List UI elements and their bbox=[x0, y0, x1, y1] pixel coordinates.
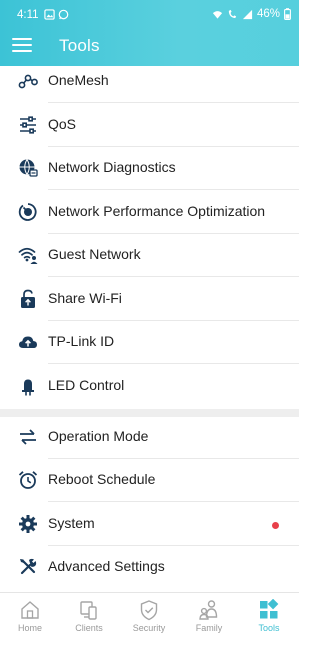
list-item-operation-mode[interactable]: Operation Mode bbox=[0, 416, 299, 459]
gallery-icon bbox=[44, 9, 55, 20]
share-lock-icon bbox=[21, 289, 35, 308]
globe-diagnostics-icon bbox=[19, 159, 38, 177]
wifi-call-icon bbox=[228, 9, 237, 18]
list-item-label: Reboot Schedule bbox=[48, 471, 156, 487]
list-item-label: Network Diagnostics bbox=[48, 159, 176, 175]
tab-label: Clients bbox=[75, 623, 103, 633]
list-item-advanced-settings[interactable]: Advanced Settings bbox=[0, 546, 299, 589]
swap-arrows-icon bbox=[20, 429, 36, 445]
home-icon bbox=[21, 601, 39, 619]
hamburger-menu-icon[interactable] bbox=[12, 38, 32, 52]
sliders-icon bbox=[20, 116, 36, 134]
onemesh-icon bbox=[18, 74, 38, 89]
list-item-tp-link-id[interactable]: TP-Link ID bbox=[0, 321, 299, 364]
status-right: 46% bbox=[212, 8, 291, 20]
tab-label: Home bbox=[17, 623, 42, 633]
divider bbox=[48, 189, 299, 190]
tab-home[interactable]: Home bbox=[0, 599, 60, 633]
tools-grid-icon bbox=[260, 599, 279, 619]
list-item-share-wifi[interactable]: Share Wi-Fi bbox=[0, 278, 299, 321]
list-item-system[interactable]: System bbox=[0, 503, 299, 546]
signal-icon bbox=[242, 9, 253, 19]
shield-icon bbox=[140, 600, 158, 621]
wifi-status-icon bbox=[212, 10, 223, 19]
gear-icon bbox=[19, 515, 37, 533]
list-item-label: System bbox=[48, 515, 95, 531]
status-notification-icons bbox=[44, 9, 69, 20]
alarm-clock-icon bbox=[18, 471, 38, 489]
section-divider bbox=[0, 409, 299, 417]
status-bar: 4:11 46% bbox=[0, 0, 299, 28]
list-item-label: LED Control bbox=[48, 377, 125, 393]
tab-label: Family bbox=[195, 623, 223, 633]
battery-icon bbox=[284, 8, 291, 20]
led-icon bbox=[22, 379, 34, 396]
list-item-guest-network[interactable]: Guest Network bbox=[0, 234, 299, 277]
list-item-label: TP-Link ID bbox=[48, 333, 115, 349]
tab-label: Tools bbox=[258, 623, 280, 633]
divider bbox=[48, 501, 299, 502]
notification-badge bbox=[272, 522, 279, 529]
list-item-label: Operation Mode bbox=[48, 428, 149, 444]
list-item-led-control[interactable]: LED Control bbox=[0, 365, 299, 408]
wifi-guest-icon bbox=[18, 247, 38, 264]
tab-label: Security bbox=[132, 623, 166, 633]
divider bbox=[48, 363, 299, 364]
clients-icon bbox=[80, 601, 97, 620]
bottom-tab-bar: Home Clients Security Family Tools bbox=[0, 592, 299, 648]
list-item-label: Share Wi-Fi bbox=[48, 290, 122, 306]
tab-tools[interactable]: Tools bbox=[239, 599, 299, 633]
app-header: 4:11 46% Tools bbox=[0, 0, 299, 66]
list-item-label: OneMesh bbox=[48, 72, 109, 88]
list-item-qos[interactable]: QoS bbox=[0, 104, 299, 147]
status-time: 4:11 bbox=[17, 9, 39, 21]
list-item-network-performance-optimization[interactable]: Network Performance Optimization bbox=[0, 191, 299, 234]
cloud-upload-icon bbox=[19, 336, 37, 348]
divider bbox=[48, 102, 299, 103]
divider bbox=[48, 276, 299, 277]
family-icon bbox=[199, 600, 218, 620]
battery-percent: 46% bbox=[256, 8, 280, 20]
list-item-label: Network Performance Optimization bbox=[48, 203, 266, 219]
page-title: Tools bbox=[59, 36, 100, 55]
list-item-label: Advanced Settings bbox=[48, 558, 165, 574]
list-item-label: Guest Network bbox=[48, 246, 141, 262]
list-item-label: QoS bbox=[48, 116, 77, 132]
whatsapp-icon bbox=[58, 9, 69, 20]
list-item-onemesh[interactable]: OneMesh bbox=[0, 60, 299, 103]
list-item-reboot-schedule[interactable]: Reboot Schedule bbox=[0, 459, 299, 502]
tab-clients[interactable]: Clients bbox=[59, 599, 119, 633]
list-item-network-diagnostics[interactable]: Network Diagnostics bbox=[0, 147, 299, 190]
tab-family[interactable]: Family bbox=[179, 599, 239, 633]
tools-icon bbox=[20, 558, 37, 575]
performance-gauge-icon bbox=[18, 203, 37, 221]
tab-security[interactable]: Security bbox=[119, 599, 179, 633]
